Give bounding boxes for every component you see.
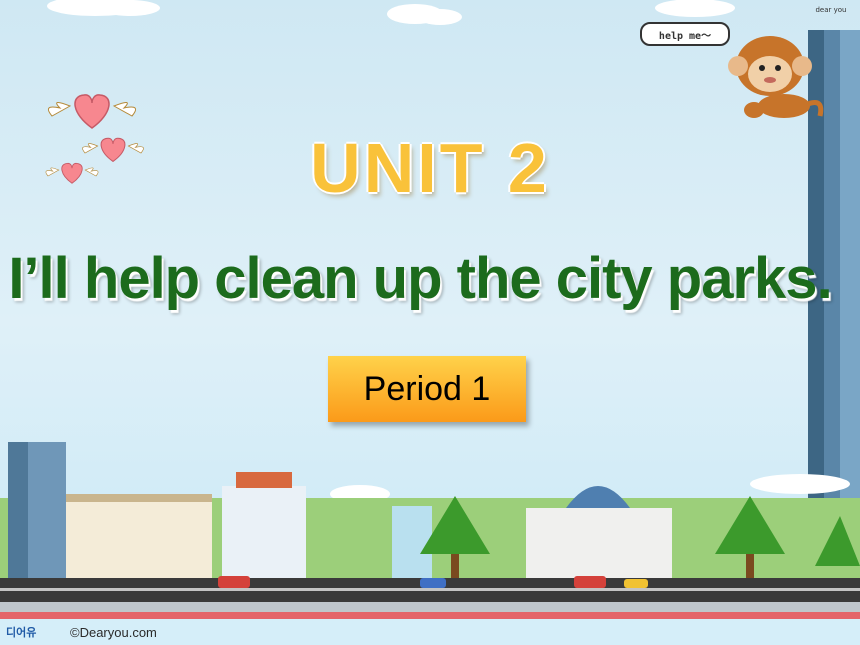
mascot-speech-bubble: help me～ [640,22,730,46]
unit-title: UNIT 2 [310,129,550,207]
lesson-title: I’ll help clean up the city parks. [8,246,832,311]
slide-canvas: help me～ dear you UNIT 2 I’ll help clean… [0,0,860,645]
city-skyline-illustration [0,442,860,619]
period-badge: Period 1 [328,356,526,422]
monkey-mascot-illustration [728,36,824,118]
heart-icon [47,94,137,129]
footer-credit: ©Dearyou.com [70,625,157,640]
brand-badge: dear you [815,6,847,14]
period-label: Period 1 [363,369,491,408]
footer-logo: 디어유 [6,626,37,639]
